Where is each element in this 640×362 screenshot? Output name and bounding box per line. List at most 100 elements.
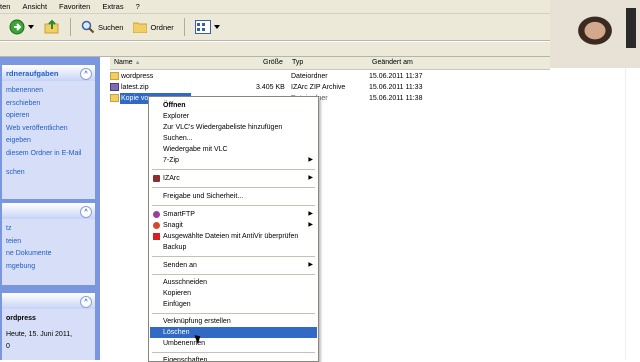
context-menu: Öffnen Explorer Zur VLC's Wiedergabelist… bbox=[148, 96, 319, 362]
move-link[interactable]: erschieben bbox=[2, 98, 95, 111]
menu-item-copy[interactable]: Kopieren bbox=[150, 288, 317, 299]
menu-item-backup[interactable]: Backup bbox=[150, 242, 317, 253]
file-modified: 15.06.2011 11:37 bbox=[369, 73, 423, 80]
forward-button[interactable] bbox=[6, 17, 37, 37]
details-header[interactable]: ^ bbox=[2, 293, 95, 309]
menu-view[interactable]: Ansicht bbox=[16, 2, 53, 11]
folder-icon bbox=[110, 94, 119, 102]
panel-title: rdneraufgaben bbox=[6, 68, 59, 78]
menu-help[interactable]: ? bbox=[130, 2, 146, 11]
place-link[interactable]: mgebung bbox=[2, 261, 95, 274]
menu-item-search[interactable]: Suchen... bbox=[150, 133, 317, 144]
menu-item-explorer[interactable]: Explorer bbox=[150, 111, 317, 122]
collapse-icon[interactable]: ^ bbox=[80, 68, 92, 80]
publish-web-link[interactable]: Web veröffentlichen bbox=[2, 123, 95, 136]
file-size: 3.405 KB bbox=[256, 84, 285, 91]
menu-item-antivir[interactable]: Ausgewählte Dateien mit AntiVir überprüf… bbox=[150, 231, 317, 242]
menu-separator bbox=[152, 313, 315, 314]
up-folder-icon bbox=[44, 19, 59, 34]
share-link[interactable]: eigeben bbox=[2, 135, 95, 148]
file-type: IZArc ZIP Archive bbox=[291, 84, 346, 91]
menu-item-7zip[interactable]: 7-Zip ▶ bbox=[150, 155, 317, 166]
folder-icon bbox=[133, 22, 148, 33]
up-folder-button[interactable] bbox=[41, 17, 63, 37]
dropdown-arrow-icon[interactable] bbox=[28, 24, 34, 30]
file-name: latest.zip bbox=[121, 84, 149, 91]
submenu-arrow-icon: ▶ bbox=[308, 157, 313, 163]
toolbar: Suchen Ordner bbox=[0, 14, 550, 41]
address-bar[interactable] bbox=[0, 42, 550, 57]
menu-separator bbox=[152, 187, 315, 188]
place-link[interactable]: ne Dokumente bbox=[2, 248, 95, 261]
column-header-bar: Name ▲ Größe Typ Geändert am bbox=[110, 57, 550, 70]
details-time: 0 bbox=[6, 343, 10, 350]
collapse-icon[interactable]: ^ bbox=[80, 206, 92, 218]
menu-bar: ten Ansicht Favoriten Extras ? bbox=[0, 0, 550, 14]
size-column-header[interactable]: Größe bbox=[263, 59, 283, 66]
menu-item-vlc-play[interactable]: Wiedergabe mit VLC bbox=[150, 144, 317, 155]
folder-tasks-panel: rdneraufgaben ^ mbenennen erschieben opi… bbox=[2, 65, 95, 199]
menu-item-sharing[interactable]: Freigabe und Sicherheit... bbox=[150, 191, 317, 202]
details-name: ordpress bbox=[6, 315, 36, 322]
file-row[interactable]: latest.zip 3.405 KB IZArc ZIP Archive 15… bbox=[110, 82, 550, 93]
copy-link[interactable]: opieren bbox=[2, 110, 95, 123]
details-date: Heute, 15. Juni 2011, bbox=[6, 330, 73, 338]
menu-item-send-to[interactable]: Senden an ▶ bbox=[150, 260, 317, 271]
file-modified: 15.06.2011 11:38 bbox=[369, 95, 423, 102]
menu-item-cut[interactable]: Ausschneiden bbox=[150, 277, 317, 288]
email-folder-link[interactable]: diesem Ordner in E-Mail bbox=[2, 148, 95, 161]
place-link[interactable]: teien bbox=[2, 236, 95, 249]
rename-link[interactable]: mbenennen bbox=[2, 85, 95, 98]
menu-favorites[interactable]: Favoriten bbox=[53, 2, 96, 11]
search-label: Suchen bbox=[98, 22, 124, 32]
menu-item-create-shortcut[interactable]: Verknüpfung erstellen bbox=[150, 316, 317, 327]
search-button[interactable]: Suchen bbox=[78, 17, 126, 37]
type-column-header[interactable]: Typ bbox=[292, 59, 303, 66]
menu-separator bbox=[152, 169, 315, 170]
views-button[interactable] bbox=[192, 17, 223, 37]
submenu-arrow-icon: ▶ bbox=[308, 262, 313, 268]
menu-item-delete[interactable]: Löschen bbox=[150, 327, 317, 338]
folder-icon bbox=[110, 72, 119, 80]
menu-separator bbox=[152, 256, 315, 257]
toolbar-separator bbox=[70, 18, 71, 36]
menu-item-open[interactable]: Öffnen bbox=[150, 100, 317, 111]
submenu-arrow-icon: ▶ bbox=[308, 222, 313, 228]
submenu-arrow-icon: ▶ bbox=[308, 211, 313, 217]
file-row[interactable]: wordpress Dateiordner 15.06.2011 11:37 bbox=[110, 71, 550, 82]
menu-tools[interactable]: Extras bbox=[96, 2, 129, 11]
menu-edit[interactable]: ten bbox=[0, 2, 16, 11]
name-column-header[interactable]: Name ▲ bbox=[114, 59, 141, 66]
collapse-icon[interactable]: ^ bbox=[80, 296, 92, 308]
file-modified: 15.06.2011 11:33 bbox=[369, 84, 423, 91]
antivir-icon bbox=[153, 233, 160, 240]
zip-icon bbox=[110, 83, 119, 91]
folders-button[interactable]: Ordner bbox=[130, 17, 176, 37]
details-panel: ^ ordpress Heute, 15. Juni 2011, 0 bbox=[2, 293, 95, 360]
snagit-icon bbox=[153, 222, 160, 229]
smartftp-icon bbox=[153, 211, 160, 218]
forward-arrow-icon bbox=[9, 19, 25, 35]
menu-item-vlc-playlist[interactable]: Zur VLC's Wiedergabeliste hinzufügen bbox=[150, 122, 317, 133]
menu-separator bbox=[152, 274, 315, 275]
webcam-overlay bbox=[550, 0, 640, 68]
folders-label: Ordner bbox=[150, 22, 174, 32]
window-edge bbox=[625, 68, 640, 360]
submenu-arrow-icon: ▶ bbox=[308, 175, 313, 181]
place-link[interactable]: tz bbox=[2, 223, 95, 236]
sort-ascending-icon: ▲ bbox=[134, 60, 141, 66]
menu-item-izarc[interactable]: IZArc ▶ bbox=[150, 173, 317, 184]
menu-item-rename[interactable]: Umbenennen bbox=[150, 338, 317, 349]
menu-item-snagit[interactable]: Snagit ▶ bbox=[150, 220, 317, 231]
file-name: wordpress bbox=[121, 73, 154, 80]
other-places-header[interactable]: ^ bbox=[2, 203, 95, 219]
menu-item-paste[interactable]: Einfügen bbox=[150, 299, 317, 310]
file-type: Dateiordner bbox=[291, 73, 328, 80]
izarc-icon bbox=[153, 175, 160, 182]
modified-column-header[interactable]: Geändert am bbox=[372, 59, 413, 66]
dropdown-arrow-icon[interactable] bbox=[213, 24, 220, 30]
menu-separator bbox=[152, 205, 315, 206]
folder-tasks-header[interactable]: rdneraufgaben ^ bbox=[2, 65, 95, 81]
menu-item-smartftp[interactable]: SmartFTP ▶ bbox=[150, 209, 317, 220]
delete-link[interactable]: schen bbox=[2, 167, 95, 180]
